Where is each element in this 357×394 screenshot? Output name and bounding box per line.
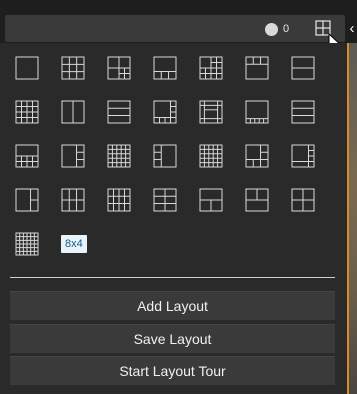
layout-1p3-left-icon: [153, 144, 177, 168]
layout-1p5-button[interactable]: [107, 53, 143, 83]
layout-1p2-bottom-icon: [199, 188, 223, 212]
divider: [10, 277, 335, 278]
layout-4x4-icon: [15, 100, 39, 124]
layout-3-rows-b-button[interactable]: [291, 97, 327, 127]
chevron-left-icon[interactable]: ‹: [347, 19, 357, 39]
start-layout-tour-button[interactable]: Start Layout Tour: [10, 356, 335, 385]
layout-3x4-button[interactable]: [107, 185, 143, 215]
layout-1p4-bottom-icon: [15, 144, 39, 168]
layout-1p7-right-button[interactable]: [291, 141, 327, 171]
layout-8x4-button[interactable]: 8x4: [61, 229, 97, 259]
background-image-edge: [347, 43, 357, 394]
layout-1x1-button[interactable]: [15, 53, 51, 83]
layout-1p16-button[interactable]: [107, 141, 143, 171]
layout-1p2-right-icon: [15, 188, 39, 212]
circle-indicator-icon: [265, 22, 278, 36]
layout-2x3-button[interactable]: [61, 185, 97, 215]
layout-1p12-button[interactable]: [199, 97, 235, 127]
layout-2-rows-icon: [291, 56, 315, 80]
layout-3-rows-button[interactable]: [107, 97, 143, 127]
layout-1p3-top-icon: [245, 56, 269, 80]
layout-1p3-left-button[interactable]: [153, 141, 189, 171]
layout-3x3-button[interactable]: [61, 53, 97, 83]
layout-8x4-label: 8x4: [61, 235, 87, 253]
layout-2x2-icon: [291, 188, 315, 212]
top-toolbar: 0 ‹: [0, 0, 357, 43]
layout-dropdown-panel: 8x4 Add Layout Save Layout Start Layout …: [0, 43, 347, 394]
layout-2x2-4x4-button[interactable]: [199, 53, 235, 83]
layout-1p3-bottom-icon: [153, 56, 177, 80]
selection-border: [347, 43, 349, 394]
layout-1p3-bottom-button[interactable]: [153, 53, 189, 83]
layout-5x5-button[interactable]: [199, 141, 235, 171]
layout-1p5-bottom-icon: [245, 100, 269, 124]
layout-2x3-b-button[interactable]: [153, 185, 189, 215]
layout-3-rows-b-icon: [291, 100, 315, 124]
layout-3-rows-icon: [107, 100, 131, 124]
layout-1p2-top-icon: [245, 188, 269, 212]
layout-2x3-icon: [61, 188, 85, 212]
layout-2-rows-button[interactable]: [291, 53, 327, 83]
layout-1p3-right-button[interactable]: [61, 141, 97, 171]
grid-layout-icon: [315, 20, 331, 36]
layout-1p5-bottom-button[interactable]: [245, 97, 281, 127]
status-indicator[interactable]: 0: [265, 21, 289, 37]
layout-1p2-bottom-button[interactable]: [199, 185, 235, 215]
layout-grid: 8x4: [15, 53, 335, 259]
layout-1p16-icon: [107, 144, 131, 168]
layout-1p4-bottom-button[interactable]: [15, 141, 51, 171]
layout-1p9-icon: [245, 144, 269, 168]
layout-1p7-icon: [153, 100, 177, 124]
layout-3x4-icon: [107, 188, 131, 212]
layout-2x3-b-icon: [153, 188, 177, 212]
add-layout-button[interactable]: Add Layout: [10, 291, 335, 320]
layout-1p12-icon: [199, 100, 223, 124]
layout-6x6-icon: [15, 232, 39, 256]
layout-1p3-right-icon: [61, 144, 85, 168]
layout-1x1-icon: [15, 56, 39, 80]
layout-1p9-button[interactable]: [245, 141, 281, 171]
layout-1p7-button[interactable]: [153, 97, 189, 127]
layout-2-cols-icon: [61, 100, 85, 124]
layout-6x6-button[interactable]: [15, 229, 51, 259]
layout-menu-button[interactable]: [312, 18, 334, 38]
toolbar-strip: [5, 15, 345, 42]
layout-1p2-right-button[interactable]: [15, 185, 51, 215]
layout-5x5-icon: [199, 144, 223, 168]
layout-1p3-top-button[interactable]: [245, 53, 281, 83]
layout-3x3-icon: [61, 56, 85, 80]
layout-1p2-top-button[interactable]: [245, 185, 281, 215]
layout-2x2-button[interactable]: [291, 185, 327, 215]
layout-4x4-button[interactable]: [15, 97, 51, 127]
save-layout-button[interactable]: Save Layout: [10, 324, 335, 353]
layout-1p7-right-icon: [291, 144, 315, 168]
indicator-count: 0: [283, 23, 290, 35]
layout-1p5-icon: [107, 56, 131, 80]
layout-2x2-4x4-icon: [199, 56, 223, 80]
layout-2-cols-button[interactable]: [61, 97, 97, 127]
